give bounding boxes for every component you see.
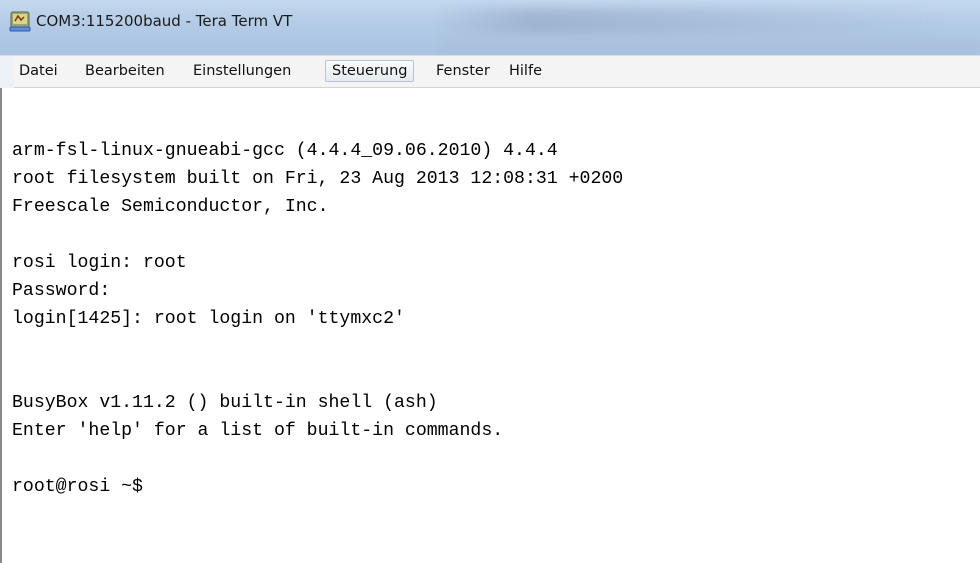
terminal-line: Enter 'help' for a list of built-in comm… [12, 421, 504, 441]
menu-bearbeiten[interactable]: Bearbeiten [79, 60, 171, 82]
menu-bar: Datei Bearbeiten Einstellungen Steuerung… [0, 55, 980, 89]
blurred-background [440, 40, 980, 52]
terminal-line: BusyBox v1.11.2 () built-in shell (ash) [12, 393, 438, 413]
tera-term-app-icon[interactable] [9, 11, 31, 33]
tera-term-window: COM3:115200baud - Tera Term VT Datei Bea… [0, 0, 980, 563]
terminal-line: Password: [12, 281, 111, 301]
title-bar[interactable]: COM3:115200baud - Tera Term VT [0, 0, 980, 55]
terminal-line: Freescale Semiconductor, Inc. [12, 197, 329, 217]
terminal-line: root filesystem built on Fri, 23 Aug 201… [12, 169, 624, 189]
menu-fenster[interactable]: Fenster [430, 60, 496, 82]
terminal-line: rosi login: root [12, 253, 187, 273]
menu-einstellungen[interactable]: Einstellungen [187, 60, 297, 82]
blurred-window-controls [430, 8, 950, 34]
menu-datei[interactable]: Datei [13, 60, 64, 82]
terminal-line: arm-fsl-linux-gnueabi-gcc (4.4.4_09.06.2… [12, 141, 558, 161]
terminal-line: login[1425]: root login on 'ttymxc2' [12, 309, 405, 329]
terminal-screen[interactable]: arm-fsl-linux-gnueabi-gcc (4.4.4_09.06.2… [0, 88, 980, 563]
window-title: COM3:115200baud - Tera Term VT [36, 12, 293, 30]
menu-bar-edge [0, 56, 14, 89]
shell-prompt[interactable]: root@rosi ~$ [12, 476, 143, 498]
menu-hilfe[interactable]: Hilfe [503, 60, 548, 82]
menu-steuerung[interactable]: Steuerung [325, 60, 415, 82]
